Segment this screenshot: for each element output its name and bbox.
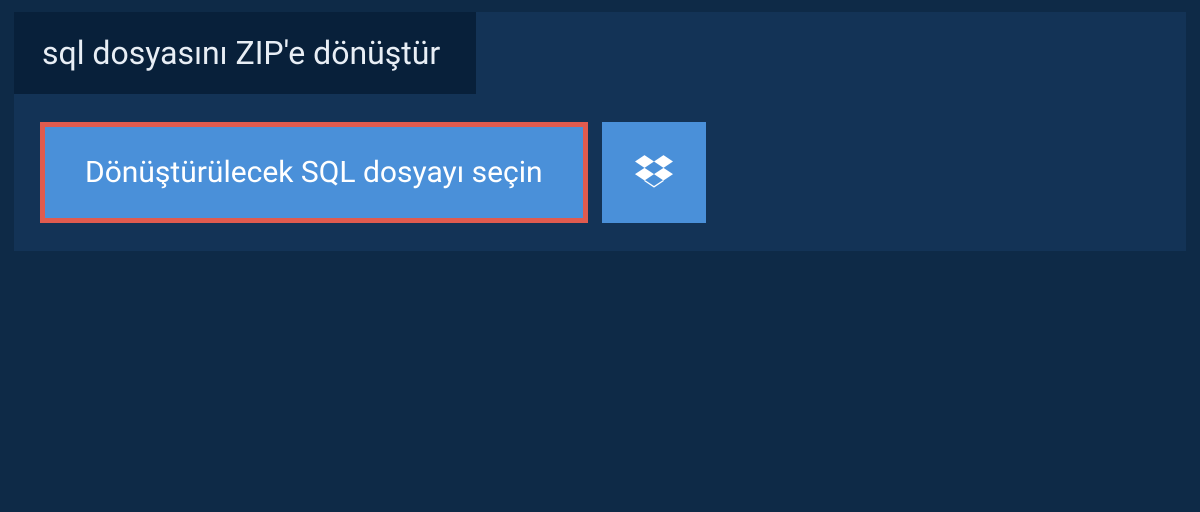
page-title: sql dosyasını ZIP'e dönüştür (14, 12, 476, 94)
dropbox-button[interactable] (602, 122, 706, 223)
select-file-label: Dönüştürülecek SQL dosyayı seçin (85, 155, 543, 190)
dropbox-icon (635, 152, 673, 194)
select-file-button[interactable]: Dönüştürülecek SQL dosyayı seçin (40, 122, 588, 223)
converter-card: sql dosyasını ZIP'e dönüştür Dönüştürüle… (14, 12, 1186, 251)
upload-row: Dönüştürülecek SQL dosyayı seçin (14, 94, 1186, 251)
